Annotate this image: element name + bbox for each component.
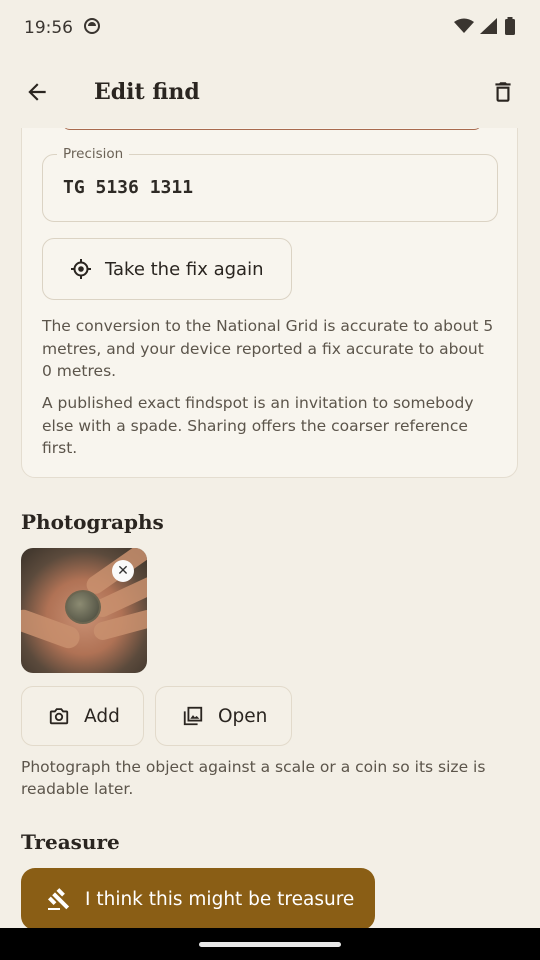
treasure-button[interactable]: I think this might be treasure bbox=[21, 868, 375, 928]
open-gallery-label: Open bbox=[218, 705, 268, 727]
status-time: 19:56 bbox=[24, 18, 73, 38]
coin-image bbox=[65, 590, 101, 624]
delete-button[interactable] bbox=[482, 71, 524, 113]
add-photo-label: Add bbox=[84, 705, 120, 727]
treasure-button-label: I think this might be treasure bbox=[85, 888, 355, 910]
photographs-heading: Photographs bbox=[21, 510, 164, 534]
close-icon: ✕ bbox=[117, 563, 129, 579]
status-bar: 19:56 bbox=[0, 0, 540, 56]
gavel-icon bbox=[48, 888, 70, 910]
precision-field[interactable]: Precision TG 5136 1311 bbox=[42, 146, 498, 222]
status-icons bbox=[454, 16, 516, 40]
photo-hint: Photograph the object against a scale or… bbox=[21, 758, 486, 798]
sharing-note: A published exact findspot is an invitat… bbox=[42, 394, 474, 457]
scroll-content[interactable]: Precision TG 5136 1311 Take the fix agai… bbox=[0, 128, 540, 928]
map-preview-edge bbox=[62, 128, 482, 130]
add-photo-button[interactable]: Add bbox=[21, 686, 144, 746]
wifi-icon bbox=[454, 18, 474, 39]
app-bar: Edit find bbox=[0, 56, 540, 128]
navigation-bar bbox=[0, 928, 540, 960]
treasure-heading: Treasure bbox=[21, 830, 120, 854]
open-gallery-button[interactable]: Open bbox=[155, 686, 292, 746]
arrow-back-icon bbox=[28, 83, 46, 101]
notification-icon bbox=[83, 17, 101, 40]
remove-photo-button[interactable]: ✕ bbox=[112, 560, 134, 582]
page-title: Edit find bbox=[94, 79, 200, 105]
trash-icon bbox=[495, 82, 511, 102]
battery-icon bbox=[504, 16, 516, 40]
take-fix-again-button[interactable]: Take the fix again bbox=[42, 238, 292, 300]
signal-icon bbox=[480, 17, 498, 39]
camera-icon bbox=[49, 708, 69, 725]
accuracy-note: The conversion to the National Grid is a… bbox=[42, 317, 494, 380]
gallery-icon bbox=[183, 706, 203, 726]
take-fix-again-label: Take the fix again bbox=[105, 258, 264, 280]
gps-fixed-icon bbox=[71, 259, 91, 279]
precision-label: Precision bbox=[57, 146, 130, 162]
precision-value: TG 5136 1311 bbox=[63, 177, 194, 198]
home-handle[interactable] bbox=[199, 942, 341, 947]
back-button[interactable] bbox=[16, 71, 58, 113]
